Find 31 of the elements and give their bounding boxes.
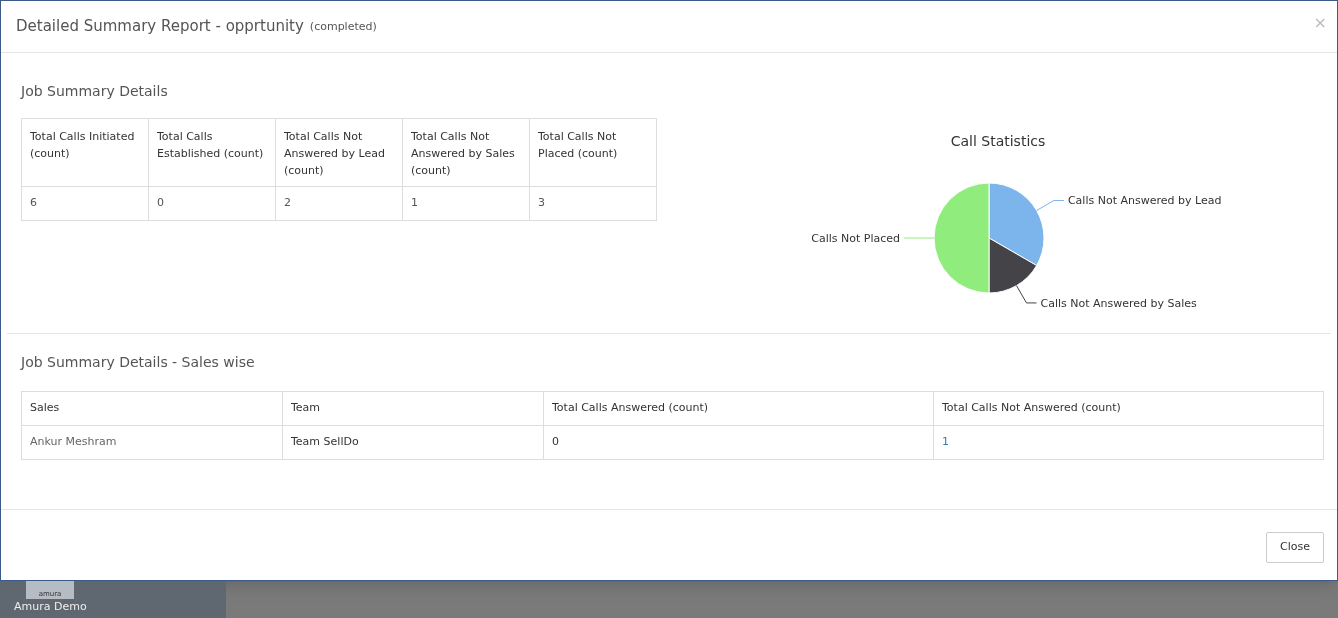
column-header: Total Calls Not Answered (count) (933, 391, 1324, 426)
app-label: Amura Demo (14, 599, 88, 615)
slice-label: Calls Not Answered by Sales (1040, 296, 1197, 310)
table-cell: 0 (148, 186, 276, 221)
column-header: Total Calls Answered (count) (543, 391, 934, 426)
table-cell: 1 (402, 186, 530, 221)
status-label: (completed) (309, 19, 377, 36)
section-heading: Job Summary Details - Sales wise (21, 353, 256, 372)
leader-line (903, 237, 935, 239)
column-header: Total Calls Not Answered by Lead (count) (275, 118, 403, 187)
column-header: Team (282, 391, 544, 426)
slice-label: Calls Not Answered by Lead (1067, 194, 1222, 208)
section-heading: Job Summary Details (21, 82, 169, 101)
table-cell: 6 (21, 186, 149, 221)
chart-title: Call Statistics (949, 132, 1047, 151)
table-cell: 1 (933, 425, 1324, 460)
modal-title: Detailed Summary Report - opprtunity (16, 16, 304, 38)
column-header: Total Calls Not Answered by Sales (count) (402, 118, 530, 187)
slice-label: Calls Not Placed (811, 232, 900, 245)
table-cell: Ankur Meshram (21, 425, 283, 460)
column-header: Total Calls Initiated (count) (21, 118, 149, 187)
table-cell: 2 (275, 186, 403, 221)
table-cell: 3 (529, 186, 657, 221)
close-button[interactable]: Close (1266, 531, 1324, 563)
leader-line (1016, 285, 1037, 304)
table-cell: Team SellDo (282, 425, 544, 460)
leader-line (1036, 200, 1065, 211)
table-cell: 0 (543, 425, 934, 460)
column-header: Total Calls Established (count) (148, 118, 276, 187)
column-header: Sales (21, 391, 283, 426)
column-header: Total Calls Not Placed (count) (529, 118, 657, 187)
